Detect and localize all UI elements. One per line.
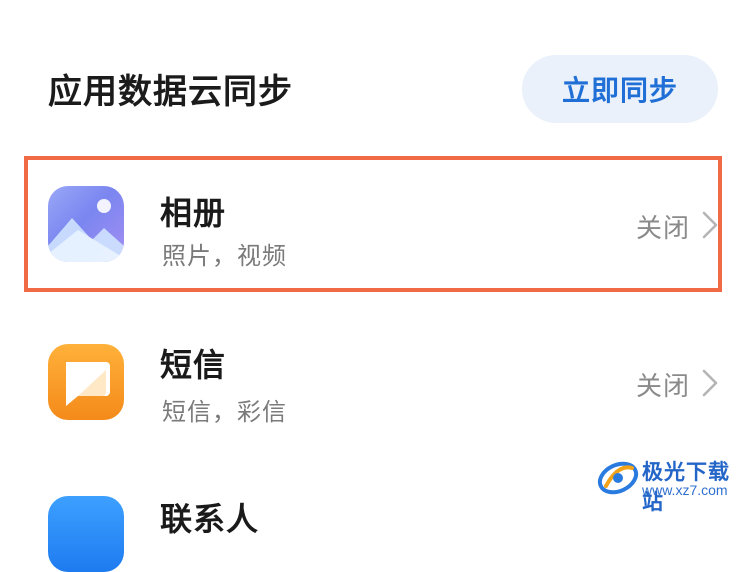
- highlight-box: [24, 156, 722, 292]
- sync-now-button[interactable]: 立即同步: [522, 55, 718, 123]
- list-item-messages[interactable]: 短信 短信，彩信 关闭: [28, 322, 726, 448]
- app-name: 联系人: [160, 500, 260, 538]
- contacts-icon: [48, 496, 124, 572]
- chevron-right-icon: [702, 369, 718, 397]
- sync-status: 关闭: [635, 372, 690, 402]
- section-title: 应用数据云同步: [48, 72, 293, 112]
- watermark-logo-icon: [597, 461, 639, 495]
- app-description: 短信，彩信: [162, 398, 287, 426]
- app-name: 短信: [160, 346, 227, 384]
- site-watermark: 极光下载站 www.xz7.com: [596, 454, 746, 514]
- watermark-url: www.xz7.com: [642, 482, 728, 498]
- message-icon: [48, 344, 124, 420]
